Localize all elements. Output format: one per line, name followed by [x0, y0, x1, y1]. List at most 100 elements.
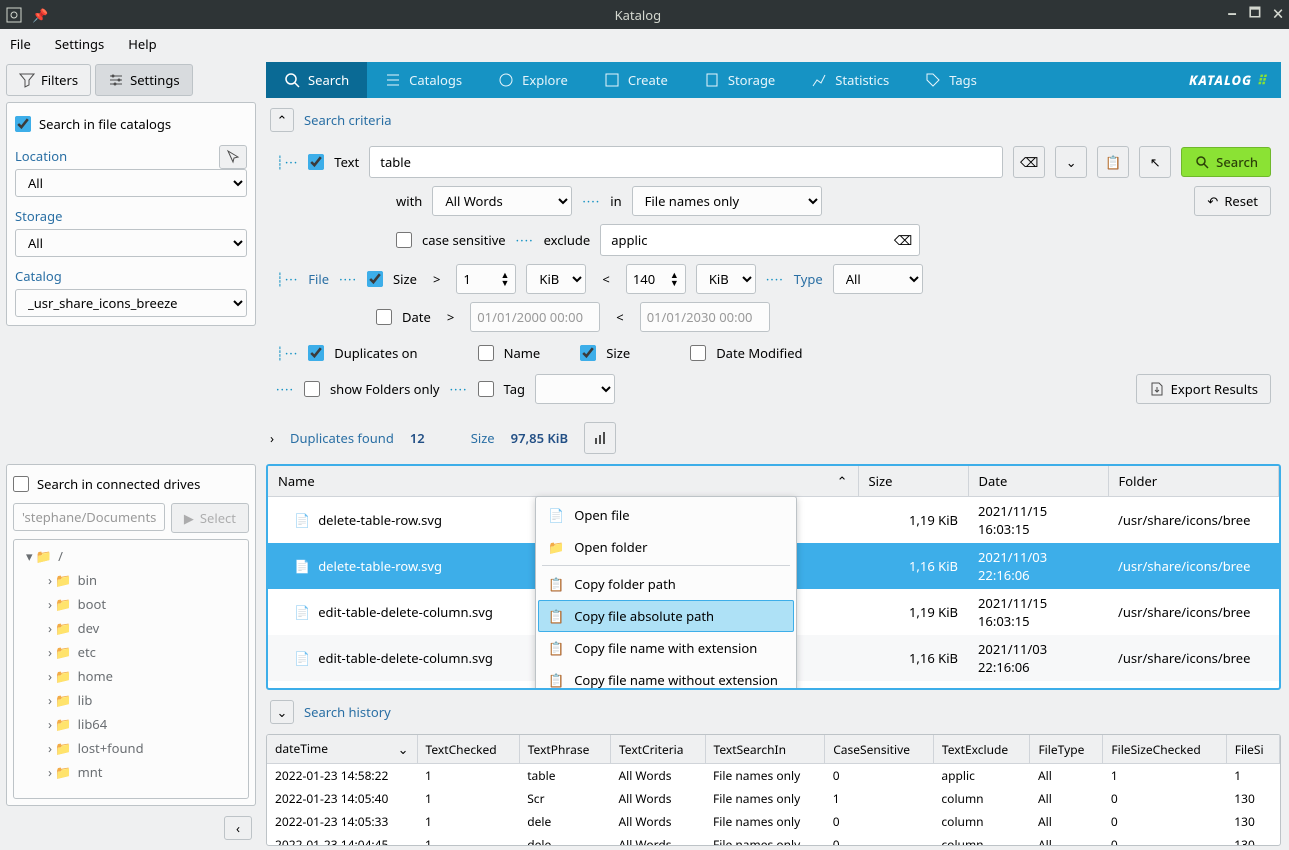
text-input[interactable]: [369, 146, 1003, 178]
col-folder[interactable]: Folder: [1108, 466, 1279, 497]
checkbox-search-catalogs[interactable]: [15, 116, 31, 132]
date-max-input[interactable]: 01/01/2030 00:00: [640, 302, 770, 332]
checkbox-dup-size[interactable]: [580, 345, 596, 361]
history-col[interactable]: CaseSensitive: [825, 735, 934, 764]
size-max-input[interactable]: 140▲▼: [626, 264, 686, 294]
close-button[interactable]: 🗙: [1273, 3, 1283, 26]
location-label: Location: [15, 147, 213, 165]
tree-item[interactable]: › 📁 lib: [18, 688, 244, 712]
search-icon: [1194, 154, 1210, 170]
cursor-button[interactable]: ↖: [1139, 146, 1171, 178]
tab-search[interactable]: Search: [266, 62, 367, 98]
ctx-open-file[interactable]: 📄 Open file: [538, 499, 794, 531]
tree-item[interactable]: › 📁 dev: [18, 616, 244, 640]
drive-path-input: [13, 503, 165, 531]
tree-item[interactable]: › 📁 home: [18, 664, 244, 688]
tree-item[interactable]: › 📁 etc: [18, 640, 244, 664]
tree-item[interactable]: › 📁 lost+found: [18, 736, 244, 760]
history-col[interactable]: FileType: [1030, 735, 1103, 764]
tab-explore[interactable]: Explore: [480, 62, 586, 98]
chart-button[interactable]: [584, 422, 616, 454]
history-col[interactable]: FileSizeChecked: [1103, 735, 1226, 764]
history-row[interactable]: 2022-01-23 14:05:401ScrAll WordsFile nam…: [267, 787, 1280, 810]
tab-tags[interactable]: Tags: [907, 62, 995, 98]
history-col[interactable]: TextPhrase: [519, 735, 610, 764]
history-row[interactable]: 2022-01-23 14:58:221tableAll WordsFile n…: [267, 764, 1280, 788]
checkbox-folders-only[interactable]: [304, 381, 320, 397]
clear-exclude-icon[interactable]: ⌫: [894, 231, 912, 249]
clear-text-button[interactable]: ⌫: [1013, 146, 1045, 178]
ctx-copy-noext[interactable]: 📋 Copy file name without extension: [538, 664, 794, 690]
size-min-unit[interactable]: KiB: [526, 264, 586, 294]
col-date[interactable]: Date: [968, 466, 1108, 497]
tab-statistics[interactable]: Statistics: [793, 62, 907, 98]
results-count: 12: [410, 429, 425, 447]
menu-file[interactable]: File: [10, 35, 31, 53]
tag-icon: [925, 72, 941, 88]
tree-item[interactable]: › 📁 bin: [18, 568, 244, 592]
paste-button[interactable]: 📋: [1097, 146, 1129, 178]
export-results-button[interactable]: Export Results: [1136, 374, 1271, 404]
search-button[interactable]: Search: [1181, 147, 1271, 177]
menu-settings[interactable]: Settings: [55, 35, 104, 53]
ctx-copy-ext[interactable]: 📋 Copy file name with extension: [538, 632, 794, 664]
checkbox-case[interactable]: [396, 232, 412, 248]
col-name[interactable]: Name⌃: [268, 466, 858, 497]
in-select[interactable]: File names only: [632, 186, 822, 216]
checkbox-tag[interactable]: [478, 381, 494, 397]
maximize-button[interactable]: 🗖: [1249, 3, 1261, 26]
catalog-select[interactable]: _usr_share_icons_breeze: [15, 289, 247, 317]
history-row[interactable]: 2022-01-23 14:05:331deleAll WordsFile na…: [267, 810, 1280, 833]
size-max-unit[interactable]: KiB: [696, 264, 756, 294]
date-min-input[interactable]: 01/01/2000 00:00: [470, 302, 600, 332]
history-col[interactable]: TextExclude: [933, 735, 1030, 764]
checkbox-search-drives[interactable]: [13, 476, 29, 492]
tab-create[interactable]: Create: [586, 62, 686, 98]
checkbox-size[interactable]: [367, 271, 383, 287]
checkbox-dup-modified[interactable]: [690, 345, 706, 361]
history-col[interactable]: TextSearchIn: [705, 735, 825, 764]
type-select[interactable]: All: [833, 264, 923, 294]
minimize-button[interactable]: 🗕: [1228, 3, 1237, 26]
ctx-copy-folder[interactable]: 📋 Copy folder path: [538, 568, 794, 600]
tab-catalogs[interactable]: Catalogs: [367, 62, 480, 98]
col-size[interactable]: Size: [858, 466, 968, 497]
sidebar-tab-settings[interactable]: Settings: [95, 64, 192, 96]
size-min-input[interactable]: 1▲▼: [456, 264, 516, 294]
drive-tree[interactable]: ▾ 📁 / › 📁 bin › 📁 boot › 📁 dev › 📁 etc ›…: [13, 539, 249, 799]
tree-root[interactable]: ▾ 📁 /: [18, 544, 244, 568]
clear-location-button[interactable]: [219, 145, 247, 169]
checkbox-dup-name[interactable]: [478, 345, 494, 361]
tag-select[interactable]: [535, 374, 615, 404]
checkbox-duplicates[interactable]: [308, 345, 324, 361]
sidebar-tab-filters[interactable]: Filters: [6, 64, 91, 96]
collapse-results-button[interactable]: ›: [270, 429, 274, 447]
history-col[interactable]: TextCriteria: [610, 735, 705, 764]
results-table: Name⌃ Size Date Folder 📄 delete-table-ro…: [266, 464, 1281, 690]
ctx-open-folder[interactable]: 📁 Open folder: [538, 531, 794, 563]
ctx-copy-absolute[interactable]: 📋 Copy file absolute path: [538, 600, 794, 632]
history-row[interactable]: 2022-01-23 14:04:451deleAll WordsFile na…: [267, 833, 1280, 846]
menu-help[interactable]: Help: [128, 35, 156, 53]
compass-icon: [498, 72, 514, 88]
storage-select[interactable]: All: [15, 229, 247, 257]
collapse-sidebar-button[interactable]: ‹: [224, 816, 252, 840]
history-col[interactable]: dateTime ⌄: [267, 735, 417, 764]
sliders-icon: [108, 72, 124, 88]
exclude-input[interactable]: [600, 224, 920, 256]
location-select[interactable]: All: [15, 169, 247, 197]
checkbox-date[interactable]: [376, 309, 392, 325]
text-dropdown-button[interactable]: ⌄: [1055, 146, 1087, 178]
reset-button[interactable]: ↶ Reset: [1194, 186, 1271, 216]
tab-storage[interactable]: Storage: [686, 62, 793, 98]
history-col[interactable]: FileSi: [1226, 735, 1279, 764]
checkbox-text[interactable]: [308, 154, 324, 170]
collapse-criteria-button[interactable]: ⌃: [270, 108, 294, 132]
with-select[interactable]: All Words: [432, 186, 572, 216]
tree-item[interactable]: › 📁 boot: [18, 592, 244, 616]
collapse-history-button[interactable]: ⌄: [270, 700, 294, 724]
pin-icon[interactable]: 📌: [32, 6, 48, 24]
tree-item[interactable]: › 📁 lib64: [18, 712, 244, 736]
tree-item[interactable]: › 📁 mnt: [18, 760, 244, 784]
history-col[interactable]: TextChecked: [417, 735, 519, 764]
